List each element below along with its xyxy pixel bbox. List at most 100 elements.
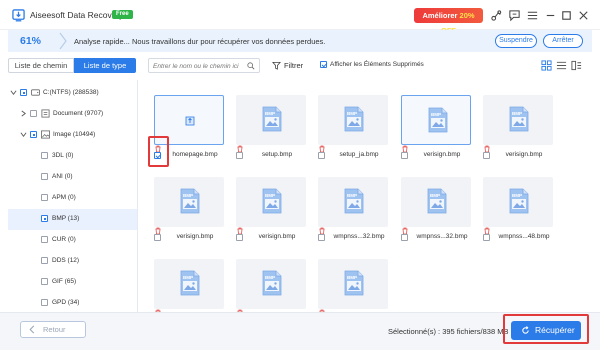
grid-view-icon[interactable]: [541, 60, 552, 71]
maximize-icon[interactable]: [560, 9, 573, 22]
close-icon[interactable]: [577, 9, 590, 22]
file-card[interactable]: BMP wmpnss...32.bmp: [401, 177, 471, 249]
chevron-down-icon[interactable]: [20, 131, 27, 138]
tree-item-drive-c[interactable]: C:(NTFS) (288538): [8, 83, 137, 104]
svg-text:BMP: BMP: [347, 193, 357, 198]
file-thumbnail[interactable]: BMP: [318, 259, 388, 309]
file-thumbnail[interactable]: BMP: [318, 177, 388, 227]
bmp-file-icon: BMP: [344, 188, 364, 214]
tree-item-image[interactable]: Image (10494): [8, 125, 137, 146]
tree-checkbox[interactable]: [41, 194, 48, 201]
file-card[interactable]: BMP wmpnss...32.bmp: [318, 177, 388, 249]
file-thumbnail[interactable]: BMP: [236, 177, 306, 227]
file-thumbnail[interactable]: BMP: [154, 177, 224, 227]
file-name: setup_ja.bmp: [339, 151, 379, 158]
tree-checkbox[interactable]: [20, 89, 27, 96]
tree-item-apm[interactable]: APM (0): [8, 188, 137, 209]
bmp-file-icon: BMP: [344, 270, 364, 296]
detail-view-icon[interactable]: [571, 60, 582, 71]
chat-icon[interactable]: [508, 9, 521, 22]
chevron-right-icon[interactable]: [20, 110, 27, 117]
toolbar: Liste de chemin Liste de type Filtrer Af…: [8, 58, 592, 76]
file-thumbnail[interactable]: BMP: [236, 95, 306, 145]
tree-checkbox[interactable]: [41, 236, 48, 243]
file-thumbnail[interactable]: BMP: [483, 177, 553, 227]
tree-checkbox[interactable]: [30, 110, 37, 117]
tree-item-gpd[interactable]: GPD (34): [8, 293, 137, 312]
search-input[interactable]: [153, 61, 241, 71]
sidebar-tree: C:(NTFS) (288538) Document (9707) Image …: [8, 80, 138, 312]
bmp-file-icon: BMP: [180, 188, 200, 214]
tree-item-document[interactable]: Document (9707): [8, 104, 137, 125]
bmp-file-icon: BMP: [262, 270, 282, 296]
search-box[interactable]: [148, 58, 260, 73]
search-icon[interactable]: [247, 62, 255, 70]
free-badge: Free: [112, 10, 133, 19]
chevron-down-icon[interactable]: [10, 89, 17, 96]
pause-button[interactable]: Suspendre: [495, 34, 537, 48]
scan-progress-bar: 61% Analyse rapide... Nous travaillons d…: [8, 30, 592, 52]
back-label: Retour: [43, 325, 66, 334]
tree-checkbox[interactable]: [30, 131, 37, 138]
tree-item-dds[interactable]: DDS (12): [8, 251, 137, 272]
tree-item-ani[interactable]: ANI (0): [8, 167, 137, 188]
tree-item-3dl[interactable]: 3DL (0): [8, 146, 137, 167]
file-card[interactable]: BMP: [318, 259, 388, 312]
tab-path-list[interactable]: Liste de chemin: [8, 58, 74, 73]
file-card[interactable]: BMP setup_ja.bmp: [318, 95, 388, 167]
list-view-icon[interactable]: [556, 60, 567, 71]
file-checkbox[interactable]: [236, 152, 243, 159]
stop-button[interactable]: Arrêter: [543, 34, 583, 48]
file-checkbox[interactable]: [318, 152, 325, 159]
progress-message: Analyse rapide... Nous travaillons dur p…: [74, 37, 326, 46]
file-thumbnail[interactable]: BMP: [236, 259, 306, 309]
tree-checkbox[interactable]: [41, 299, 48, 306]
tree-checkbox[interactable]: [41, 215, 48, 222]
file-card[interactable]: BMP wmpnss...48.bmp: [483, 177, 553, 249]
tree-checkbox[interactable]: [41, 278, 48, 285]
highlight-box: [503, 314, 589, 344]
bmp-file-icon: BMP: [509, 188, 529, 214]
menu-icon[interactable]: [526, 9, 539, 22]
file-thumbnail[interactable]: BMP: [401, 95, 471, 145]
file-thumbnail[interactable]: BMP: [401, 177, 471, 227]
file-card[interactable]: BMP: [154, 259, 224, 312]
upgrade-button[interactable]: Améliorer 20% OFF: [414, 8, 483, 35]
file-thumbnail[interactable]: BMP: [154, 259, 224, 309]
svg-text:BMP: BMP: [347, 275, 357, 280]
file-checkbox[interactable]: [154, 234, 161, 241]
tree-checkbox[interactable]: [41, 257, 48, 264]
file-name: verisign.bmp: [176, 233, 214, 240]
minimize-icon[interactable]: [544, 9, 557, 22]
file-card[interactable]: BMP verisign.bmp: [236, 177, 306, 249]
file-checkbox[interactable]: [236, 234, 243, 241]
svg-text:BMP: BMP: [347, 111, 357, 116]
file-name: wmpnss...32.bmp: [416, 233, 468, 240]
tree-item-gif[interactable]: GIF (65): [8, 272, 137, 293]
file-card[interactable]: BMP setup.bmp: [236, 95, 306, 167]
file-checkbox[interactable]: [483, 152, 490, 159]
filter-icon: [272, 61, 281, 70]
file-card[interactable]: BMP: [236, 259, 306, 312]
file-card[interactable]: BMP verisign.bmp: [154, 177, 224, 249]
file-thumbnail[interactable]: BMP: [483, 95, 553, 145]
file-thumbnail[interactable]: BMP: [318, 95, 388, 145]
tree-item-bmp[interactable]: BMP (13): [8, 209, 137, 230]
tree-checkbox[interactable]: [41, 173, 48, 180]
tab-type-list[interactable]: Liste de type: [74, 58, 136, 73]
file-checkbox[interactable]: [401, 152, 408, 159]
back-button[interactable]: Retour: [20, 321, 86, 338]
share-icon[interactable]: [490, 9, 503, 22]
file-card[interactable]: BMP verisign.bmp: [401, 95, 471, 167]
file-name: verisign.bmp: [423, 151, 461, 158]
file-checkbox[interactable]: [401, 234, 408, 241]
show-deleted-checkbox[interactable]: [320, 61, 327, 68]
file-card[interactable]: BMP verisign.bmp: [483, 95, 553, 167]
bmp-file-icon: BMP: [344, 106, 364, 132]
filter-button[interactable]: Filtrer: [270, 58, 310, 73]
file-checkbox[interactable]: [483, 234, 490, 241]
file-checkbox[interactable]: [318, 234, 325, 241]
title-bar: Aiseesoft Data Recovery Free Améliorer 2…: [0, 0, 600, 35]
tree-item-cur[interactable]: CUR (0): [8, 230, 137, 251]
tree-checkbox[interactable]: [41, 152, 48, 159]
